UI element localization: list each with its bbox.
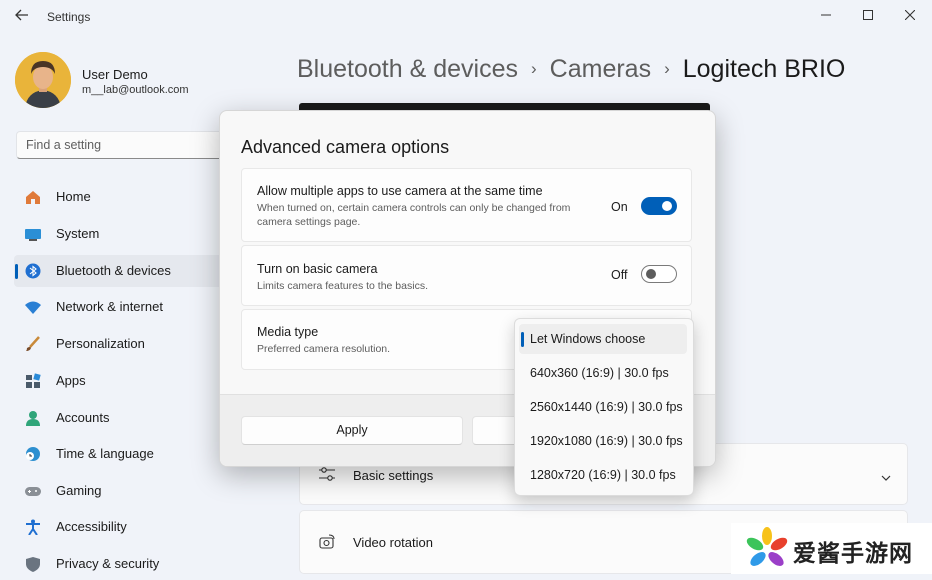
close-icon[interactable]: [895, 4, 925, 28]
toggle-state-label: On: [611, 200, 628, 214]
option-description: Preferred camera resolution.: [257, 343, 391, 355]
clock-globe-icon: [24, 446, 42, 462]
apply-button[interactable]: Apply: [241, 416, 463, 445]
sidebar-item-system[interactable]: System: [14, 218, 224, 250]
wifi-icon: [24, 299, 42, 315]
watermark-logo-icon: [745, 526, 789, 575]
chevron-right-icon: ›: [664, 59, 670, 78]
search-input[interactable]: Find a setting: [16, 131, 224, 159]
brush-icon: [24, 336, 42, 352]
sidebar-item-privacy[interactable]: Privacy & security: [14, 548, 224, 580]
breadcrumb: Bluetooth & devices › Cameras › Logitech BRI…: [297, 55, 845, 84]
media-type-option-item[interactable]: 1920x1080 (16:9) | 30.0 fps: [519, 426, 687, 456]
selected-indicator: [521, 332, 524, 347]
maximize-icon[interactable]: [853, 4, 883, 28]
sidebar-item-personalization[interactable]: Personalization: [14, 328, 224, 360]
selected-indicator: [15, 264, 18, 279]
app-title: Settings: [47, 10, 91, 24]
sidebar-item-apps[interactable]: Apps: [14, 365, 224, 397]
title-bar: Settings: [0, 0, 932, 34]
gamepad-icon: [24, 483, 42, 499]
media-type-option-item[interactable]: 2560x1440 (16:9) | 30.0 fps: [519, 392, 687, 422]
option-title: Media type: [257, 325, 319, 339]
multi-app-camera-option: Allow multiple apps to use camera at the…: [241, 168, 692, 242]
minimize-icon[interactable]: [811, 4, 841, 28]
sliders-icon: [317, 464, 337, 484]
bluetooth-icon: [24, 263, 42, 279]
accounts-icon: [24, 410, 42, 426]
toggle-state-label: Off: [611, 268, 628, 282]
chevron-down-icon[interactable]: [881, 470, 891, 481]
sidebar-item-home[interactable]: Home: [14, 181, 224, 213]
option-title: Allow multiple apps to use camera at the…: [257, 184, 543, 198]
rotate-camera-icon: [317, 532, 337, 552]
basic-camera-toggle[interactable]: [641, 265, 677, 283]
avatar: [15, 52, 71, 108]
accessibility-icon: [24, 519, 42, 536]
home-icon: [24, 189, 42, 205]
chevron-right-icon: ›: [530, 59, 537, 78]
breadcrumb-cameras[interactable]: Cameras: [550, 55, 651, 83]
sidebar-item-network[interactable]: Network & internet: [14, 291, 224, 323]
media-type-option-item[interactable]: 640x360 (16:9) | 30.0 fps: [519, 358, 687, 388]
media-type-option-item[interactable]: 1280x720 (16:9) | 30.0 fps: [519, 460, 687, 490]
sidebar-item-time-language[interactable]: Time & language: [14, 438, 224, 470]
apps-icon: [24, 373, 42, 389]
page-title: Logitech BRIO: [682, 55, 846, 83]
multi-app-toggle[interactable]: [641, 197, 677, 215]
search-placeholder: Find a setting: [26, 138, 102, 152]
toggle-knob: [662, 201, 672, 211]
breadcrumb-bluetooth[interactable]: Bluetooth & devices: [297, 55, 518, 83]
sidebar-item-gaming[interactable]: Gaming: [14, 475, 224, 507]
system-icon: [24, 226, 42, 242]
option-description: When turned on, certain camera controls …: [257, 202, 571, 228]
sidebar-item-bluetooth[interactable]: Bluetooth & devices: [14, 255, 224, 287]
sidebar-item-accounts[interactable]: Accounts: [14, 402, 224, 434]
option-title: Turn on basic camera: [257, 262, 378, 276]
basic-settings-label: Basic settings: [353, 468, 434, 483]
toggle-knob: [646, 269, 656, 279]
basic-camera-option: Turn on basic camera Limits camera featu…: [241, 245, 692, 306]
user-name: User Demo: [82, 67, 148, 82]
option-description: Limits camera features to the basics.: [257, 280, 428, 292]
sidebar-item-accessibility[interactable]: Accessibility: [14, 511, 224, 543]
media-type-option-item[interactable]: Let Windows choose: [519, 324, 687, 354]
media-type-dropdown[interactable]: Let Windows choose 640x360 (16:9) | 30.0…: [514, 318, 694, 496]
back-arrow-icon[interactable]: [12, 8, 32, 26]
watermark: 爱酱手游网: [731, 523, 932, 574]
shield-icon: [24, 556, 42, 572]
video-rotation-label: Video rotation: [353, 535, 433, 550]
dialog-title: Advanced camera options: [241, 137, 450, 157]
user-email: m__lab@outlook.com: [82, 84, 189, 96]
watermark-text: 爱酱手游网: [793, 540, 913, 566]
